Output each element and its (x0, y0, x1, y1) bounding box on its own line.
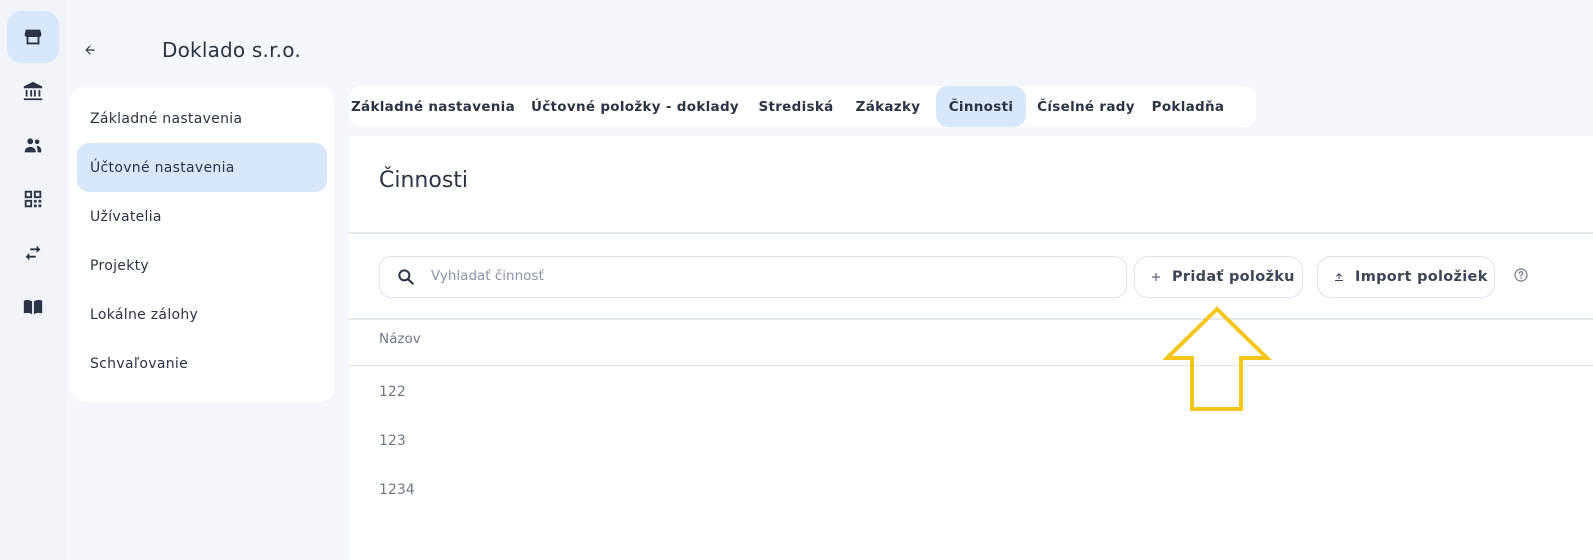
search-icon (398, 269, 414, 285)
transfer-icon (25, 245, 41, 261)
arrow-left-icon (85, 45, 95, 55)
book-icon (23, 299, 43, 315)
rail-book-button[interactable] (7, 281, 59, 333)
import-items-button[interactable]: Import položiek (1317, 256, 1495, 298)
tab-orders[interactable]: Zákazky (846, 86, 930, 127)
tab-cost-centers[interactable]: Strediská (752, 86, 840, 127)
help-button[interactable] (1513, 267, 1529, 287)
tab-cash-register[interactable]: Pokladňa (1146, 86, 1230, 127)
main-content: Činnosti Vyhladať činnosť Pridať položku… (349, 136, 1593, 560)
page-title: Činnosti (379, 168, 469, 193)
rail-users-button[interactable] (7, 119, 59, 171)
import-items-label: Import položiek (1355, 269, 1488, 285)
plus-icon (1152, 273, 1160, 281)
table-row[interactable]: 123 (379, 433, 406, 449)
settings-tabs: Základné nastavenia Účtovné položky - do… (349, 86, 1256, 127)
sidebar-item-accounting-settings[interactable]: Účtovné nastavenia (77, 143, 327, 192)
rail-bank-button[interactable] (7, 65, 59, 117)
tab-activities[interactable]: Činnosti (936, 86, 1026, 127)
back-button[interactable] (80, 40, 100, 60)
annotation-arrow-icon (1163, 306, 1272, 411)
column-header-name[interactable]: Názov (379, 331, 421, 347)
tab-accounting-items[interactable]: Účtovné položky - doklady (526, 86, 744, 127)
rail-qr-button[interactable] (7, 173, 59, 225)
tab-number-series[interactable]: Číselné rady (1032, 86, 1140, 127)
upload-icon (1335, 273, 1343, 281)
rail-store-button[interactable] (7, 11, 59, 63)
icon-rail (0, 0, 66, 560)
help-icon (1514, 268, 1528, 282)
users-icon (24, 138, 42, 153)
divider (349, 318, 1593, 320)
divider (349, 232, 1593, 234)
settings-menu: Základné nastavenia Účtovné nastavenia U… (70, 87, 334, 402)
table-row[interactable]: 122 (379, 384, 406, 400)
search-placeholder: Vyhladať činnosť (431, 268, 544, 284)
table-row[interactable]: 1234 (379, 482, 415, 498)
sidebar-item-basic-settings[interactable]: Základné nastavenia (77, 94, 327, 143)
search-input[interactable]: Vyhladať činnosť (379, 256, 1127, 298)
add-item-label: Pridať položku (1172, 269, 1295, 285)
sidebar-item-approvals[interactable]: Schvaľovanie (77, 339, 327, 388)
qr-code-icon (24, 190, 42, 208)
tab-basic-settings[interactable]: Základné nastavenia (349, 86, 517, 127)
store-icon (24, 29, 42, 45)
sidebar-item-users[interactable]: Užívatelia (77, 192, 327, 241)
company-name: Doklado s.r.o. (162, 38, 301, 62)
add-item-button[interactable]: Pridať položku (1134, 256, 1303, 298)
sidebar-item-local-backups[interactable]: Lokálne zálohy (77, 290, 327, 339)
divider (349, 365, 1593, 366)
sidebar-item-projects[interactable]: Projekty (77, 241, 327, 290)
bank-icon (23, 81, 43, 101)
rail-transfer-button[interactable] (7, 227, 59, 279)
